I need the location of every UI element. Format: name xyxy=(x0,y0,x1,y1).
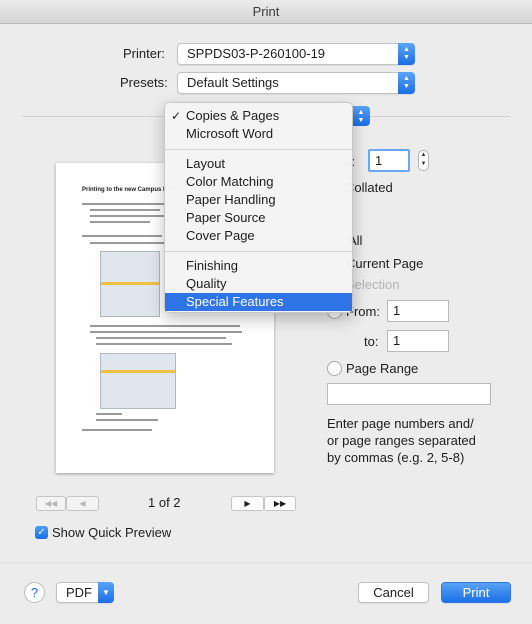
preview-text-line xyxy=(90,242,166,244)
preview-text-line xyxy=(90,215,172,217)
menu-item-cover-page[interactable]: Cover Page xyxy=(165,227,352,245)
menu-item-special-features[interactable]: Special Features xyxy=(165,293,352,311)
section-popup-arrows-icon[interactable]: ▲ ▼ xyxy=(352,106,370,126)
preview-text-line xyxy=(96,343,232,345)
section-menu: ✓ Copies & Pages Microsoft Word Layout C… xyxy=(164,102,353,313)
pdf-menu-button[interactable]: PDF ▼ xyxy=(56,582,114,603)
footer-divider xyxy=(0,562,532,563)
menu-item-microsoft-word[interactable]: Microsoft Word xyxy=(165,125,352,143)
preview-text-line xyxy=(96,413,122,415)
menu-item-label: Finishing xyxy=(186,258,239,273)
menu-item-paper-source[interactable]: Paper Source xyxy=(165,209,352,227)
help-line: by commas (e.g. 2, 5-8) xyxy=(327,450,465,465)
preview-text-line xyxy=(82,203,172,205)
page-range-field[interactable] xyxy=(327,383,491,405)
page-range-label: Page Range xyxy=(346,361,419,376)
first-page-icon: ◀◀ xyxy=(44,499,58,508)
help-button[interactable]: ? xyxy=(24,582,45,603)
menu-item-paper-handling[interactable]: Paper Handling xyxy=(165,191,352,209)
menu-item-label: Color Matching xyxy=(186,174,274,189)
copies-stepper[interactable]: ▲ ▼ xyxy=(418,150,429,171)
menu-item-label: Paper Source xyxy=(186,210,266,225)
menu-item-label: Special Features xyxy=(186,294,284,309)
preview-text-line xyxy=(90,325,240,327)
preview-text-line xyxy=(96,419,158,421)
preview-screenshot xyxy=(100,353,176,409)
menu-item-label: Cover Page xyxy=(186,228,255,243)
page-range-help: Enter page numbers and/ or page ranges s… xyxy=(327,415,476,466)
pages-to-field[interactable]: 1 xyxy=(387,330,449,352)
preview-highlight xyxy=(101,370,175,373)
menu-separator xyxy=(165,149,352,150)
last-page-button[interactable]: ▶▶ xyxy=(264,496,296,511)
preview-page-title: Printing to the new Campus Print xyxy=(82,187,177,193)
preview-text-line xyxy=(82,429,152,431)
pages-to-label: to: xyxy=(364,334,379,349)
printer-label: Printer: xyxy=(123,46,165,61)
next-page-button[interactable]: ▶ xyxy=(231,496,264,511)
last-page-icon: ▶▶ xyxy=(273,499,287,508)
presets-popup[interactable]: Default Settings ▲ ▼ xyxy=(177,72,415,94)
menu-item-label: Copies & Pages xyxy=(186,108,280,123)
preview-screenshot xyxy=(100,251,160,317)
popup-arrows-icon: ▲ ▼ xyxy=(398,43,415,65)
preview-highlight xyxy=(101,282,159,285)
help-icon: ? xyxy=(30,585,39,600)
menu-item-label: Paper Handling xyxy=(186,192,276,207)
show-quick-preview-checkbox[interactable]: ✓ xyxy=(35,526,48,539)
preview-text-line xyxy=(90,331,242,333)
page-indicator: 1 of 2 xyxy=(148,495,181,510)
menu-item-label: Microsoft Word xyxy=(186,126,274,141)
menu-item-copies-pages[interactable]: ✓ Copies & Pages xyxy=(165,107,352,125)
first-page-button[interactable]: ◀◀ xyxy=(36,496,66,511)
stepper-arrows-icon: ▲ ▼ xyxy=(420,152,427,167)
print-button[interactable]: Print xyxy=(441,582,511,603)
menu-separator xyxy=(165,251,352,252)
popup-arrows-icon: ▲ ▼ xyxy=(398,72,415,94)
window-title: Print xyxy=(252,4,280,19)
printer-value: SPPDS03-P-260100-19 xyxy=(187,46,326,61)
page-range-radio[interactable] xyxy=(327,361,342,376)
menu-item-label: Layout xyxy=(186,156,226,171)
previous-page-icon: ◀ xyxy=(79,499,86,508)
preview-text-line xyxy=(96,337,226,339)
menu-item-label: Quality xyxy=(186,276,227,291)
menu-item-layout[interactable]: Layout xyxy=(165,155,352,173)
copies-field[interactable]: 1 xyxy=(368,149,410,172)
show-quick-preview-label: Show Quick Preview xyxy=(52,525,172,540)
preview-text-line xyxy=(82,235,162,237)
presets-value: Default Settings xyxy=(187,75,279,90)
window-titlebar: Print xyxy=(0,0,532,24)
preview-text-line xyxy=(90,209,160,211)
pages-current-label: Current Page xyxy=(346,256,424,271)
presets-label: Presets: xyxy=(120,75,168,90)
menu-item-quality[interactable]: Quality xyxy=(165,275,352,293)
pages-from-field[interactable]: 1 xyxy=(387,300,449,322)
checkmark-icon: ✓ xyxy=(37,527,46,538)
menu-item-finishing[interactable]: Finishing xyxy=(165,257,352,275)
help-line: Enter page numbers and/ xyxy=(327,416,474,431)
help-line: or page ranges separated xyxy=(327,433,476,448)
previous-page-button[interactable]: ◀ xyxy=(66,496,99,511)
pdf-label: PDF xyxy=(66,585,92,600)
cancel-button[interactable]: Cancel xyxy=(358,582,429,603)
chevron-down-icon: ▼ xyxy=(98,582,114,603)
menu-item-color-matching[interactable]: Color Matching xyxy=(165,173,352,191)
printer-popup[interactable]: SPPDS03-P-260100-19 ▲ ▼ xyxy=(177,43,415,65)
pages-selection-label: Selection xyxy=(346,277,400,292)
preview-text-line xyxy=(90,221,150,223)
checkmark-icon: ✓ xyxy=(171,109,182,123)
next-page-icon: ▶ xyxy=(244,499,251,508)
